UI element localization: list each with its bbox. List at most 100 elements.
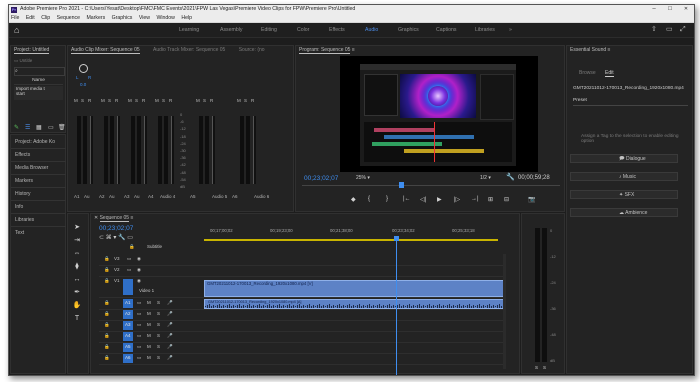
mute-button[interactable]: M (101, 98, 105, 103)
workspace-editing[interactable]: Editing (261, 23, 277, 37)
overwrite-icon[interactable]: ⊞ (488, 196, 493, 203)
program-playhead[interactable] (399, 182, 404, 188)
video-track-label[interactable]: V2 (114, 267, 120, 272)
dialogue-button[interactable]: 🗩 Dialogue (570, 154, 678, 163)
project-search-input[interactable]: ⌕ (14, 67, 65, 76)
pencil-icon[interactable]: ✎ (14, 124, 19, 131)
eye-icon[interactable]: ◉ (137, 278, 141, 284)
voiceover-mic-icon[interactable]: 🎤 (167, 311, 173, 317)
lock-icon[interactable]: 🔒 (104, 256, 110, 262)
mute-track-button[interactable]: M (147, 344, 151, 349)
lock-icon[interactable]: 🔒 (104, 355, 110, 361)
solo-button[interactable]: S (162, 98, 165, 103)
linked-selection-icon[interactable]: ⌘ (106, 235, 112, 241)
wrench-icon[interactable]: 🔧 (118, 235, 125, 241)
workspace-assembly[interactable]: Assembly (220, 23, 243, 37)
selection-tool-icon[interactable]: ➤ (72, 223, 82, 233)
import-media-placeholder[interactable]: Import media t start (14, 86, 63, 100)
audio-clip-mixer-tab[interactable]: Audio Clip Mixer: Sequence 05 (71, 47, 140, 54)
icon-view-icon[interactable]: ▦ (36, 124, 42, 131)
sync-lock-icon[interactable]: ▭ (127, 256, 131, 262)
new-item-icon[interactable]: ▭ (48, 124, 54, 131)
edit-tab[interactable]: Edit (605, 70, 614, 77)
mute-button[interactable]: M (237, 98, 241, 103)
record-button[interactable]: R (115, 98, 118, 103)
home-icon[interactable]: ⌂ (14, 25, 24, 35)
ambience-button[interactable]: ☁ Ambience (570, 208, 678, 217)
channel-fader[interactable] (171, 116, 174, 184)
music-button[interactable]: ♪ Music (570, 172, 678, 181)
menu-window[interactable]: Window (156, 15, 174, 21)
mute-button[interactable]: M (155, 98, 159, 103)
audio-track-label[interactable]: A3 (125, 322, 131, 327)
wrench-icon[interactable]: 🔧 (506, 173, 515, 181)
workspace-effects[interactable]: Effects (329, 23, 345, 37)
project-subtab[interactable]: ▭ Untitle (14, 58, 32, 64)
voiceover-mic-icon[interactable]: 🎤 (167, 344, 173, 350)
menu-help[interactable]: Help (181, 15, 192, 21)
source-tab[interactable]: Source: (no (239, 47, 265, 53)
channel-fader[interactable] (90, 116, 93, 184)
preset-select[interactable]: Preset (573, 98, 688, 106)
solo-track-button[interactable]: S (157, 300, 160, 305)
solo-button[interactable]: S (135, 98, 138, 103)
record-button[interactable]: R (210, 98, 213, 103)
program-scrubber[interactable] (302, 185, 560, 186)
audio-track-mixer-tab[interactable]: Audio Track Mixer: Sequence 05 (153, 47, 225, 53)
mark-out-icon[interactable]: { (368, 196, 370, 202)
mute-button[interactable]: M (74, 98, 78, 103)
workspace-learning[interactable]: Learning (179, 23, 199, 37)
track-select-tool-icon[interactable]: ⇥ (72, 236, 82, 246)
mute-track-button[interactable]: M (147, 333, 151, 338)
voiceover-mic-icon[interactable]: 🎤 (167, 355, 173, 361)
channel-fader[interactable] (212, 116, 215, 184)
solo-button[interactable]: S (244, 98, 247, 103)
project-tab[interactable]: Project: Untitled (11, 46, 65, 55)
play-icon[interactable]: ◁| (420, 196, 426, 203)
snap-icon[interactable]: ⊂ (99, 235, 104, 241)
effects-tab[interactable]: Effects (15, 152, 30, 158)
solo-button[interactable]: S (81, 98, 84, 103)
pen-tool-icon[interactable]: ✒ (72, 288, 82, 298)
solo-button[interactable]: S (203, 98, 206, 103)
mute-track-button[interactable]: M (147, 300, 151, 305)
solo-left-button[interactable]: S (535, 365, 538, 370)
essential-sound-tab[interactable]: Essential Sound ≡ (567, 46, 692, 55)
go-to-out-icon[interactable]: |▷ (454, 196, 460, 203)
lock-icon[interactable]: 🔒 (104, 311, 110, 317)
sfx-button[interactable]: ✦ SFX (570, 190, 678, 199)
eye-icon[interactable]: ◉ (137, 256, 141, 262)
notifications-icon[interactable]: ▭ (666, 25, 674, 34)
solo-right-button[interactable]: S (543, 365, 546, 370)
v1-source-patch[interactable] (123, 279, 133, 295)
audio-track-label[interactable]: A2 (125, 311, 131, 316)
channel-fader[interactable] (144, 116, 147, 184)
timeline-timecode[interactable]: 00;23;02;07 (99, 225, 133, 232)
record-button[interactable]: R (88, 98, 91, 103)
timeline-vertical-scrollbar[interactable] (503, 254, 506, 369)
libraries-tab[interactable]: Libraries (15, 217, 34, 223)
workspace-captions[interactable]: Captions (436, 23, 456, 37)
timeline-playhead-line[interactable] (396, 240, 397, 375)
list-view-icon[interactable]: ☰ (25, 124, 30, 131)
step-back-icon[interactable]: |← (403, 196, 411, 202)
workspace-libraries[interactable]: Libraries (475, 23, 495, 37)
workspace-overflow-icon[interactable]: » (509, 23, 512, 37)
delete-icon[interactable]: 🗑 (58, 124, 66, 131)
insert-icon[interactable]: →| (471, 196, 479, 202)
project-adobe-tab[interactable]: Project: Adobe Ko (15, 139, 55, 145)
go-to-in-icon[interactable]: } (386, 196, 388, 202)
lock-icon[interactable]: 🔒 (104, 267, 110, 273)
program-timecode[interactable]: 00;23;02;07 (304, 175, 338, 182)
ripple-edit-tool-icon[interactable]: ⇔ (72, 249, 82, 259)
close-button[interactable]: ✕ (678, 5, 694, 14)
captions-icon[interactable]: ▭ (127, 235, 133, 241)
sync-lock-icon[interactable]: ▭ (137, 300, 141, 306)
workspace-audio[interactable]: Audio (365, 23, 378, 37)
mute-track-button[interactable]: M (147, 355, 151, 360)
record-button[interactable]: R (169, 98, 172, 103)
mute-track-button[interactable]: M (147, 311, 151, 316)
type-tool-icon[interactable]: T (72, 314, 82, 324)
solo-track-button[interactable]: S (157, 355, 160, 360)
markers-tab[interactable]: Markers (15, 178, 33, 184)
